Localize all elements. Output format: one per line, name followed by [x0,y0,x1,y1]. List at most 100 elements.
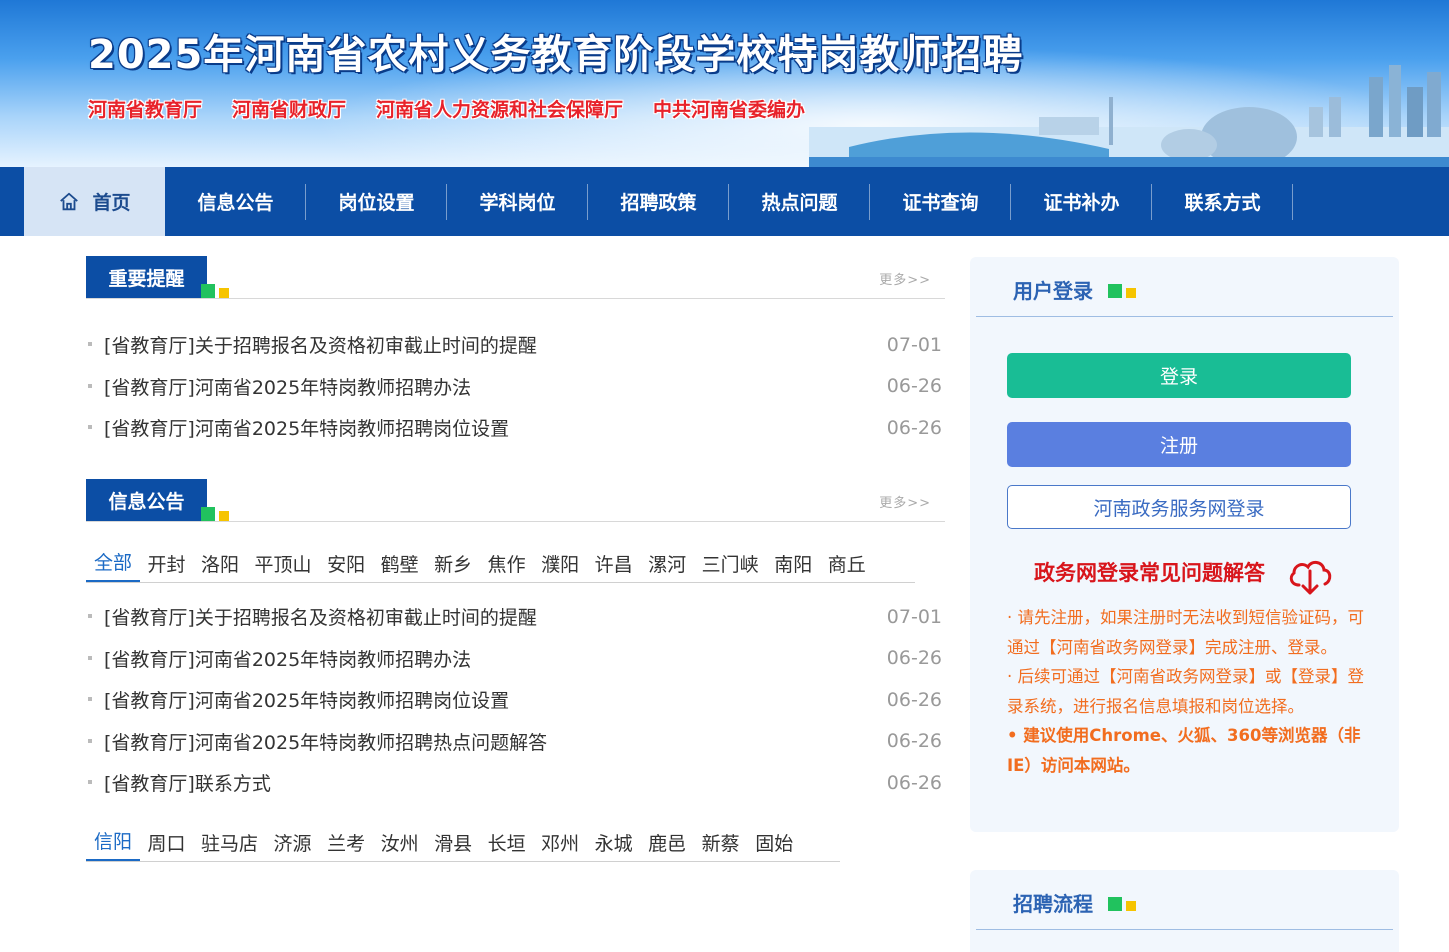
nav-item-notices[interactable]: 信息公告 [165,167,306,236]
nav-label: 联系方式 [1184,192,1261,214]
item-title[interactable]: [省教育厅]河南省2025年特岗教师招聘热点问题解答 [104,728,547,755]
list-item[interactable]: [省教育厅]河南省2025年特岗教师招聘办法 06-26 [86,366,945,408]
panel-header: 用户登录 [976,257,1393,317]
item-title[interactable]: [省教育厅]河南省2025年特岗教师招聘岗位设置 [104,414,509,441]
notice-list: [省教育厅]关于招聘报名及资格初审截止时间的提醒 07-01 [省教育厅]河南省2… [86,596,945,804]
item-title[interactable]: [省教育厅]关于招聘报名及资格初审截止时间的提醒 [104,331,537,358]
faq-link[interactable]: 政务网登录常见问题解答 [1034,557,1265,587]
bullet-icon [88,342,92,346]
nav-item-home[interactable]: 首页 [24,167,165,236]
tab-region[interactable]: 新蔡 [694,829,748,861]
panel-title: 招聘流程 [1013,892,1093,916]
section-header: 信息公告 更多>> [86,479,945,522]
notices-section: 信息公告 更多>> 全部 开封 洛阳 平顶山 安阳 鹤壁 新乡 焦作 濮阳 许昌… [86,479,945,862]
section-title: 信息公告 [86,479,207,521]
tab-region[interactable]: 安阳 [319,550,373,582]
tab-region[interactable]: 濮阳 [533,550,587,582]
nav-item-faq[interactable]: 热点问题 [729,167,870,236]
list-item[interactable]: [省教育厅]河南省2025年特岗教师招聘热点问题解答 06-26 [86,721,945,763]
list-item[interactable]: [省教育厅]河南省2025年特岗教师招聘岗位设置 06-26 [86,407,945,449]
list-item[interactable]: [省教育厅]联系方式 06-26 [86,762,945,804]
tab-region[interactable]: 洛阳 [193,550,247,582]
banner-orgs: 河南省教育厅 河南省财政厅 河南省人力资源和社会保障厅 中共河南省委编办 [88,95,805,122]
item-title[interactable]: [省教育厅]河南省2025年特岗教师招聘办法 [104,645,471,672]
nav-item-cert-query[interactable]: 证书查询 [870,167,1011,236]
tab-region[interactable]: 汝州 [373,829,427,861]
register-button[interactable]: 注册 [1007,422,1351,467]
nav-item-policy[interactable]: 招聘政策 [588,167,729,236]
reminder-list: [省教育厅]关于招聘报名及资格初审截止时间的提醒 07-01 [省教育厅]河南省2… [86,324,945,449]
gov-service-login-button[interactable]: 河南政务服务网登录 [1007,485,1351,529]
tab-region[interactable]: 焦作 [480,550,534,582]
list-item[interactable]: [省教育厅]关于招聘报名及资格初审截止时间的提醒 07-01 [86,324,945,366]
tab-region[interactable]: 邓州 [533,829,587,861]
note-text: · 请先注册，如果注册时无法收到短信验证码，可通过【河南省政务网登录】完成注册、… [1007,608,1364,657]
item-date: 06-26 [886,416,942,439]
login-button[interactable]: 登录 [1007,353,1351,398]
tab-region[interactable]: 三门峡 [694,550,767,582]
nav-label: 证书查询 [902,192,979,214]
more-link[interactable]: 更多>> [879,269,931,288]
tab-region[interactable]: 济源 [266,829,320,861]
green-square-icon [1108,897,1122,911]
nav-item-contact[interactable]: 联系方式 [1152,167,1293,236]
org-label: 河南省财政厅 [232,99,347,121]
item-date: 06-26 [886,647,942,670]
bullet-icon [88,780,92,784]
tab-region[interactable]: 新乡 [426,550,480,582]
list-item[interactable]: [省教育厅]河南省2025年特岗教师招聘岗位设置 06-26 [86,679,945,721]
nav-item-cert-reissue[interactable]: 证书补办 [1011,167,1152,236]
item-date: 06-26 [886,375,942,398]
region-tabs-row1: 全部 开封 洛阳 平顶山 安阳 鹤壁 新乡 焦作 濮阳 许昌 漯河 三门峡 南阳… [86,551,915,583]
bullet-icon [88,425,92,429]
browser-note: • 建议使用Chrome、火狐、360等浏览器（非IE）访问本网站。 [1007,726,1361,775]
tab-region[interactable]: 信阳 [86,827,141,861]
tab-region[interactable]: 周口 [140,829,194,861]
list-item[interactable]: [省教育厅]关于招聘报名及资格初审截止时间的提醒 07-01 [86,596,945,638]
tab-region[interactable]: 长垣 [480,829,534,861]
reminders-section: 重要提醒 更多>> [省教育厅]关于招聘报名及资格初审截止时间的提醒 07-01 … [86,256,945,449]
tab-region[interactable]: 固始 [747,829,801,861]
tab-region[interactable]: 商丘 [820,550,874,582]
tab-region[interactable]: 永城 [587,829,641,861]
nav-label: 信息公告 [197,192,274,214]
process-panel: 招聘流程 [970,870,1399,952]
tab-region[interactable]: 平顶山 [247,550,320,582]
yellow-square-icon [219,511,229,521]
tab-region[interactable]: 南阳 [766,550,820,582]
org-label: 中共河南省委编办 [653,99,806,121]
nav-item-positions[interactable]: 岗位设置 [306,167,447,236]
tab-region[interactable]: 驻马店 [193,829,266,861]
section-title: 重要提醒 [86,256,207,298]
section-header: 重要提醒 更多>> [86,256,945,299]
item-date: 06-26 [886,688,942,711]
banner-title: 2025年河南省农村义务教育阶段学校特岗教师招聘 [88,32,1024,78]
item-date: 06-26 [886,730,942,753]
item-title[interactable]: [省教育厅]联系方式 [104,769,271,796]
more-link[interactable]: 更多>> [879,492,931,511]
green-square-icon [201,507,215,521]
item-title[interactable]: [省教育厅]河南省2025年特岗教师招聘岗位设置 [104,686,509,713]
tab-region[interactable]: 鹤壁 [373,550,427,582]
yellow-square-icon [219,288,229,298]
nav-label: 招聘政策 [620,192,697,214]
list-item[interactable]: [省教育厅]河南省2025年特岗教师招聘办法 06-26 [86,638,945,680]
tab-region[interactable]: 滑县 [426,829,480,861]
login-notes: · 请先注册，如果注册时无法收到短信验证码，可通过【河南省政务网登录】完成注册、… [1007,603,1369,780]
bullet-icon [88,655,92,660]
tab-region[interactable]: 兰考 [319,829,373,861]
tab-region[interactable]: 许昌 [587,550,641,582]
item-date: 07-01 [886,605,942,628]
home-icon [60,192,79,210]
tab-region[interactable]: 开封 [140,550,194,582]
item-title[interactable]: [省教育厅]关于招聘报名及资格初审截止时间的提醒 [104,603,537,630]
tab-region[interactable]: 鹿邑 [640,829,694,861]
tab-region[interactable]: 漯河 [640,550,694,582]
cloud-download-icon[interactable] [1286,555,1334,597]
tab-region[interactable]: 全部 [86,548,141,582]
note-text: · 后续可通过【河南省政务网登录】或【登录】登录系统，进行报名信息填报和岗位选择… [1007,667,1364,716]
item-title[interactable]: [省教育厅]河南省2025年特岗教师招聘办法 [104,373,471,400]
banner: 2025年河南省农村义务教育阶段学校特岗教师招聘 河南省教育厅 河南省财政厅 河… [0,0,1449,167]
yellow-square-icon [1126,288,1136,298]
nav-item-subjects[interactable]: 学科岗位 [447,167,588,236]
